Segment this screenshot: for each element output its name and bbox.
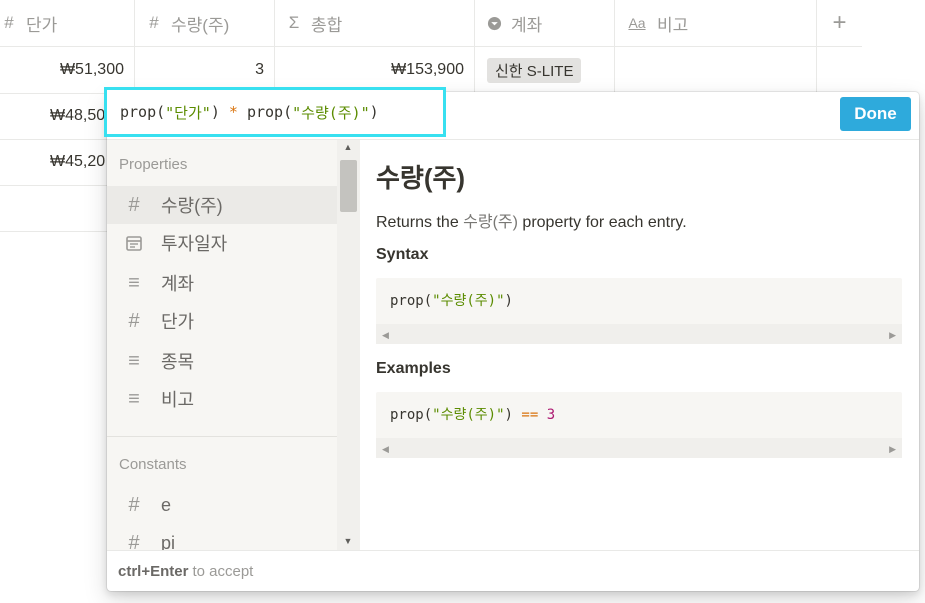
scrollbar-thumb[interactable] [340,160,357,212]
account-tag: 신한 S-LITE [487,57,582,83]
desc-suffix: property for each entry. [517,214,687,231]
formula-fn: prop( [120,103,166,121]
calendar-icon [121,234,147,252]
property-item[interactable]: # 수량(주) [107,186,337,224]
hash-icon: # [4,13,14,32]
formula-fn: prop( [246,103,293,121]
formula-paren: ) [210,103,220,121]
code-paren: ) [504,293,513,309]
section-divider [107,436,337,437]
footer-hint: to accept [192,562,254,580]
hash-icon: # [128,193,140,216]
shortcut-key: ctrl+Enter [118,562,189,580]
code-operator: == [521,407,539,423]
formula-paren: ) [369,103,379,121]
syntax-code: prop("수량(주)") [390,290,513,310]
hash-icon: # [128,309,140,332]
horizontal-scrollbar[interactable] [376,324,902,344]
example-code-block: prop("수량(주)") == 3 ◀ ▶ [376,392,902,458]
function-list: Properties # 수량(주) 투자일자 ≡ 계좌 # 단가 ≡ 종목 ≡… [107,140,360,550]
scroll-up-arrow-icon[interactable]: ▲ [342,142,354,152]
syntax-heading: Syntax [376,246,429,263]
constant-item[interactable]: # e [107,486,337,524]
scroll-left-arrow-icon[interactable]: ◀ [382,330,389,341]
column-label: 총합 [311,15,343,35]
scroll-down-arrow-icon[interactable]: ▼ [342,536,354,546]
sigma-icon: Σ [288,13,300,32]
column-label: 수량(주) [171,15,230,35]
detail-description: Returns the 수량(주) property for each entr… [376,208,687,232]
hash-icon: # [128,531,140,551]
column-header-account[interactable]: 계좌 [475,0,615,46]
constant-item[interactable]: # pi [107,524,337,551]
column-header-price[interactable]: # 단가 [0,0,135,46]
property-item[interactable]: # 단가 [107,302,337,340]
code-string: "수량(주)" [432,407,505,423]
formula-operator: * [228,103,238,121]
property-item[interactable]: ≡ 비고 [107,380,337,418]
property-label: 단가 [161,312,195,332]
code-number: 3 [546,407,556,423]
plus-icon: + [832,9,847,36]
scroll-right-arrow-icon[interactable]: ▶ [889,330,896,341]
property-label: 종목 [161,352,195,372]
select-icon [485,16,503,31]
constant-label: e [161,494,172,515]
code-paren: ) [504,407,513,423]
popup-footer: ctrl+Enter to accept [107,550,919,591]
example-code: prop("수량(주)") == 3 [390,404,555,424]
property-item[interactable]: 투자일자 [107,224,337,262]
property-item[interactable]: ≡ 계좌 [107,264,337,302]
code-fn: prop( [390,293,433,309]
property-label: 투자일자 [161,234,228,254]
property-item[interactable]: ≡ 종목 [107,342,337,380]
property-label: 비고 [161,390,195,410]
scroll-right-arrow-icon[interactable]: ▶ [889,444,896,455]
formula-editor-bar: prop("단가") * prop("수량(주)") Done [104,87,919,140]
text-icon: Aa [628,15,646,31]
scroll-left-arrow-icon[interactable]: ◀ [382,444,389,455]
column-label: 단가 [26,15,58,35]
column-label: 계좌 [511,15,543,35]
formula-string: "단가" [165,103,211,122]
constants-section-label: Constants [119,456,187,473]
text-lines-icon: ≡ [128,271,140,294]
table-header: # 단가 # 수량(주) Σ 총합 계좌 Aa 비고 + [0,0,862,47]
code-fn: prop( [390,407,433,423]
hash-icon: # [128,493,140,516]
text-lines-icon: ≡ [128,349,140,372]
column-header-notes[interactable]: Aa 비고 [615,0,817,46]
formula-string: "수량(주)" [292,103,370,122]
done-button[interactable]: Done [840,97,911,131]
detail-pane: 수량(주) Returns the 수량(주) property for eac… [360,140,919,550]
account-cell[interactable]: 신한 S-LITE [475,47,615,93]
text-lines-icon: ≡ [128,387,140,410]
formula-input[interactable]: prop("단가") * prop("수량(주)") [104,87,446,137]
desc-prefix: Returns the [376,214,464,231]
column-header-quantity[interactable]: # 수량(주) [135,0,275,46]
constant-label: pi [161,532,176,551]
desc-property: 수량(주) [463,214,518,231]
properties-section-label: Properties [119,156,188,173]
property-label: 계좌 [161,274,195,294]
syntax-code-block: prop("수량(주)") ◀ ▶ [376,278,902,344]
examples-heading: Examples [376,360,451,377]
horizontal-scrollbar[interactable] [376,438,902,458]
add-column-button[interactable]: + [817,0,862,46]
hash-icon: # [149,13,159,32]
formula-editor-popup: prop("단가") * prop("수량(주)") Done Properti… [104,87,919,591]
notes-cell[interactable] [615,47,817,93]
code-string: "수량(주)" [432,293,505,309]
property-label: 수량(주) [161,196,223,216]
detail-title: 수량(주) [376,163,466,193]
column-label: 비고 [657,15,689,35]
column-header-total[interactable]: Σ 총합 [275,0,475,46]
